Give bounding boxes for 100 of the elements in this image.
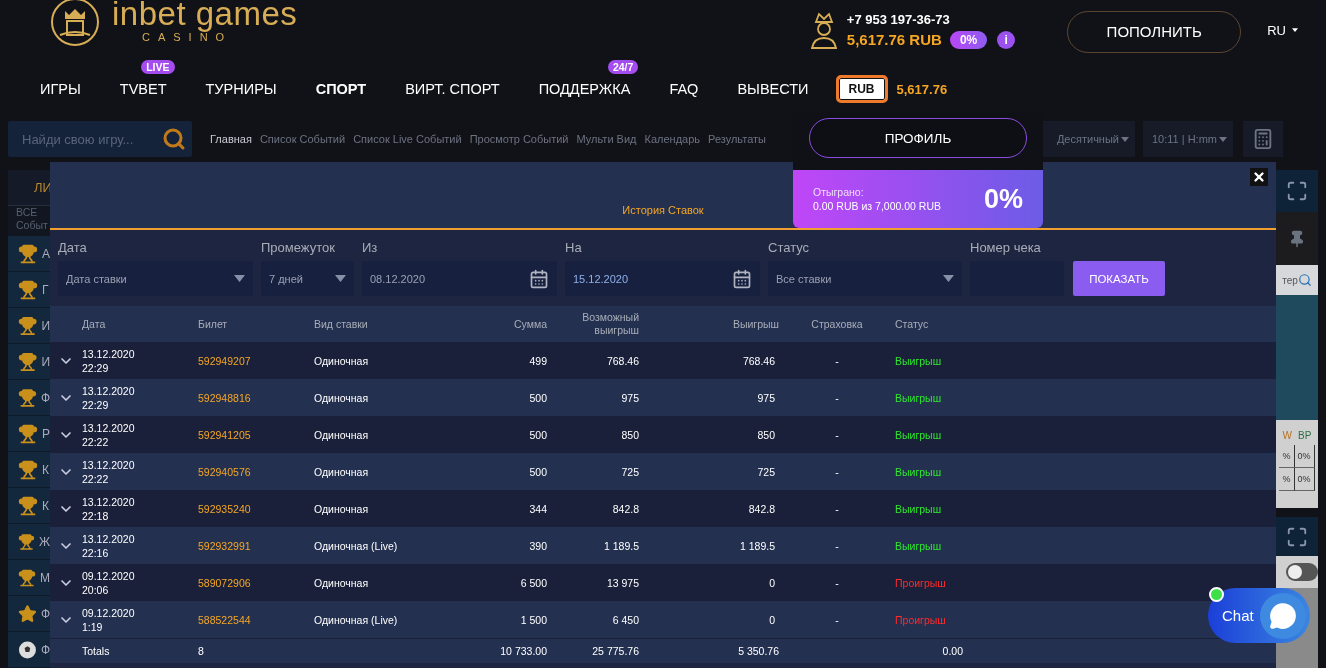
sidebar-item-label[interactable]: Ж [38,534,50,549]
search-field[interactable]: Найди свою игру... [8,121,192,157]
insurance-cell: - [835,575,839,590]
nav-item[interactable]: СПОРТ [315,81,367,97]
date-cell: 09.12.2020 1:19 [82,605,135,634]
sidebar-item-label[interactable]: Г [42,282,49,297]
date-cell: 13.12.2020 22:16 [82,531,135,560]
column-header: Выигрыш [731,317,779,331]
ticket-link[interactable]: 589072906 [198,575,251,590]
stake-cell: 1 500 [520,612,547,627]
time-format-dropdown[interactable]: 10:11 | H:mm [1143,121,1233,157]
status-cell: Выигрыш [895,464,942,479]
ticket-link[interactable]: 592949207 [198,353,251,368]
caret-icon [943,275,954,282]
status-cell: Выигрыш [895,427,942,442]
odds-format-dropdown[interactable]: Десятичный [1040,121,1135,157]
select-field[interactable]: Дата ставки [58,261,253,296]
totals-win: 5 350.76 [738,644,779,658]
bet-type-cell: Одиночная [314,390,369,405]
breadcrumb-link[interactable]: Мульти Вид [576,133,637,145]
chat-button[interactable]: Chat [1208,588,1310,643]
column-header: Дата [82,317,107,331]
nav-item[interactable]: TVBET [119,81,167,97]
expand-icon[interactable] [1286,525,1308,548]
breadcrumb-link[interactable]: Главная [210,133,252,145]
calculator-button[interactable] [1243,121,1283,157]
language-selector[interactable]: RU [1261,21,1304,39]
ticket-link[interactable]: 592932991 [198,538,251,553]
nav-item[interactable]: ИГРЫ [40,81,81,97]
win-cell-text: 768.46 [742,353,776,368]
breadcrumb-link[interactable]: Просмотр Событий [469,133,569,145]
stat-cell: 0% [1294,468,1315,491]
win-cell-text: 1 189.5 [739,538,776,553]
filter-label: Промежуток [261,240,336,255]
nav-item[interactable]: FAQ [669,81,699,97]
date-cell: 13.12.2020 22:18 [82,494,135,523]
close-button[interactable] [1250,168,1268,186]
nav-item[interactable]: ВИРТ. СПОРТ [405,81,500,97]
possible-win-cell: 6 450 [612,612,639,627]
date-cell: 09.12.2020 20:06 [82,568,135,597]
nav-item[interactable]: ВЫВЕСТИ [737,81,809,97]
sidebar-item-label[interactable]: Р [42,426,50,441]
win-cell-text: 842.8 [748,501,776,516]
calculator-icon [1252,128,1274,150]
nav-item[interactable]: ПОДДЕРЖКА [538,81,631,97]
breadcrumb-link[interactable]: Список Live Событий [353,133,462,145]
sidebar-item-label[interactable]: И [41,354,50,369]
possible-win-cell: 850 [621,427,639,442]
currency-button[interactable]: RUB [835,75,888,103]
chat-bubble-icon [1269,601,1297,630]
stat-column-header: BP [1298,430,1312,441]
pin-icon[interactable] [1288,229,1306,248]
currency-balance: 5,617.76 [896,81,948,97]
bet-type-cell: Одиночная [314,575,369,590]
stake-cell: 6 500 [520,575,547,590]
sidebar-item-label[interactable]: Ф [40,606,50,621]
search-icon[interactable] [1297,273,1312,287]
show-button[interactable]: ПОКАЗАТЬ [1073,261,1165,296]
ticket-link[interactable]: 592948816 [198,390,251,405]
info-button[interactable]: i [997,30,1016,49]
possible-win-cell: 975 [621,390,639,405]
ticket-link[interactable]: 592935240 [198,501,251,516]
breadcrumb-link[interactable]: Календарь [644,133,701,145]
sidebar-item-label[interactable]: Ф [40,642,50,657]
wagered-label: Отыграно: [813,186,865,198]
ticket-link[interactable]: 588522544 [198,612,251,627]
star-icon [18,603,37,624]
breadcrumb-link[interactable]: Результаты [708,133,766,145]
column-header: Билет [198,317,229,331]
select-field[interactable]: Все ставки [768,261,962,296]
sidebar-item-label[interactable]: А [42,246,50,261]
status-cell: Проигрыш [895,612,946,627]
ticket-link[interactable]: 592940576 [198,464,251,479]
sidebar-item-label[interactable]: Ф [40,390,50,405]
stat-cell: % [1279,468,1295,491]
sidebar-item-label[interactable]: К [42,462,49,477]
status-cell: Проигрыш [895,575,946,590]
sidebar-item-label[interactable]: И [41,318,50,333]
column-header: Вид ставки [314,317,369,331]
logo-name: inbet games [112,0,298,31]
sidebar-item-label[interactable]: К [42,498,49,513]
date-field[interactable]: 08.12.2020 [362,261,557,296]
nav-item[interactable]: ТУРНИРЫ [205,81,277,97]
status-cell: Выигрыш [895,501,942,516]
date-cell: 13.12.2020 22:22 [82,457,135,486]
ticket-link[interactable]: 592941205 [198,427,251,442]
stat-cell: 0% [1294,445,1315,468]
sidebar-item-label[interactable]: М [40,570,50,585]
date-cell: 13.12.2020 22:29 [82,346,135,375]
insurance-cell: - [835,538,839,553]
expand-icon[interactable] [1286,180,1308,202]
stake-cell: 390 [529,538,547,553]
toggle-switch[interactable] [1286,563,1318,581]
search-input[interactable]: Найди свою игру... [20,130,162,148]
profile-button[interactable]: ПРОФИЛЬ [809,118,1027,158]
sidebar-tab[interactable]: ЛИ [34,179,50,195]
breadcrumb-link[interactable]: Список Событий [259,133,346,145]
select-field[interactable]: 7 дней [261,261,354,296]
date-field[interactable]: 15.12.2020 [565,261,760,296]
nav-badge: 24/7 [607,60,639,74]
